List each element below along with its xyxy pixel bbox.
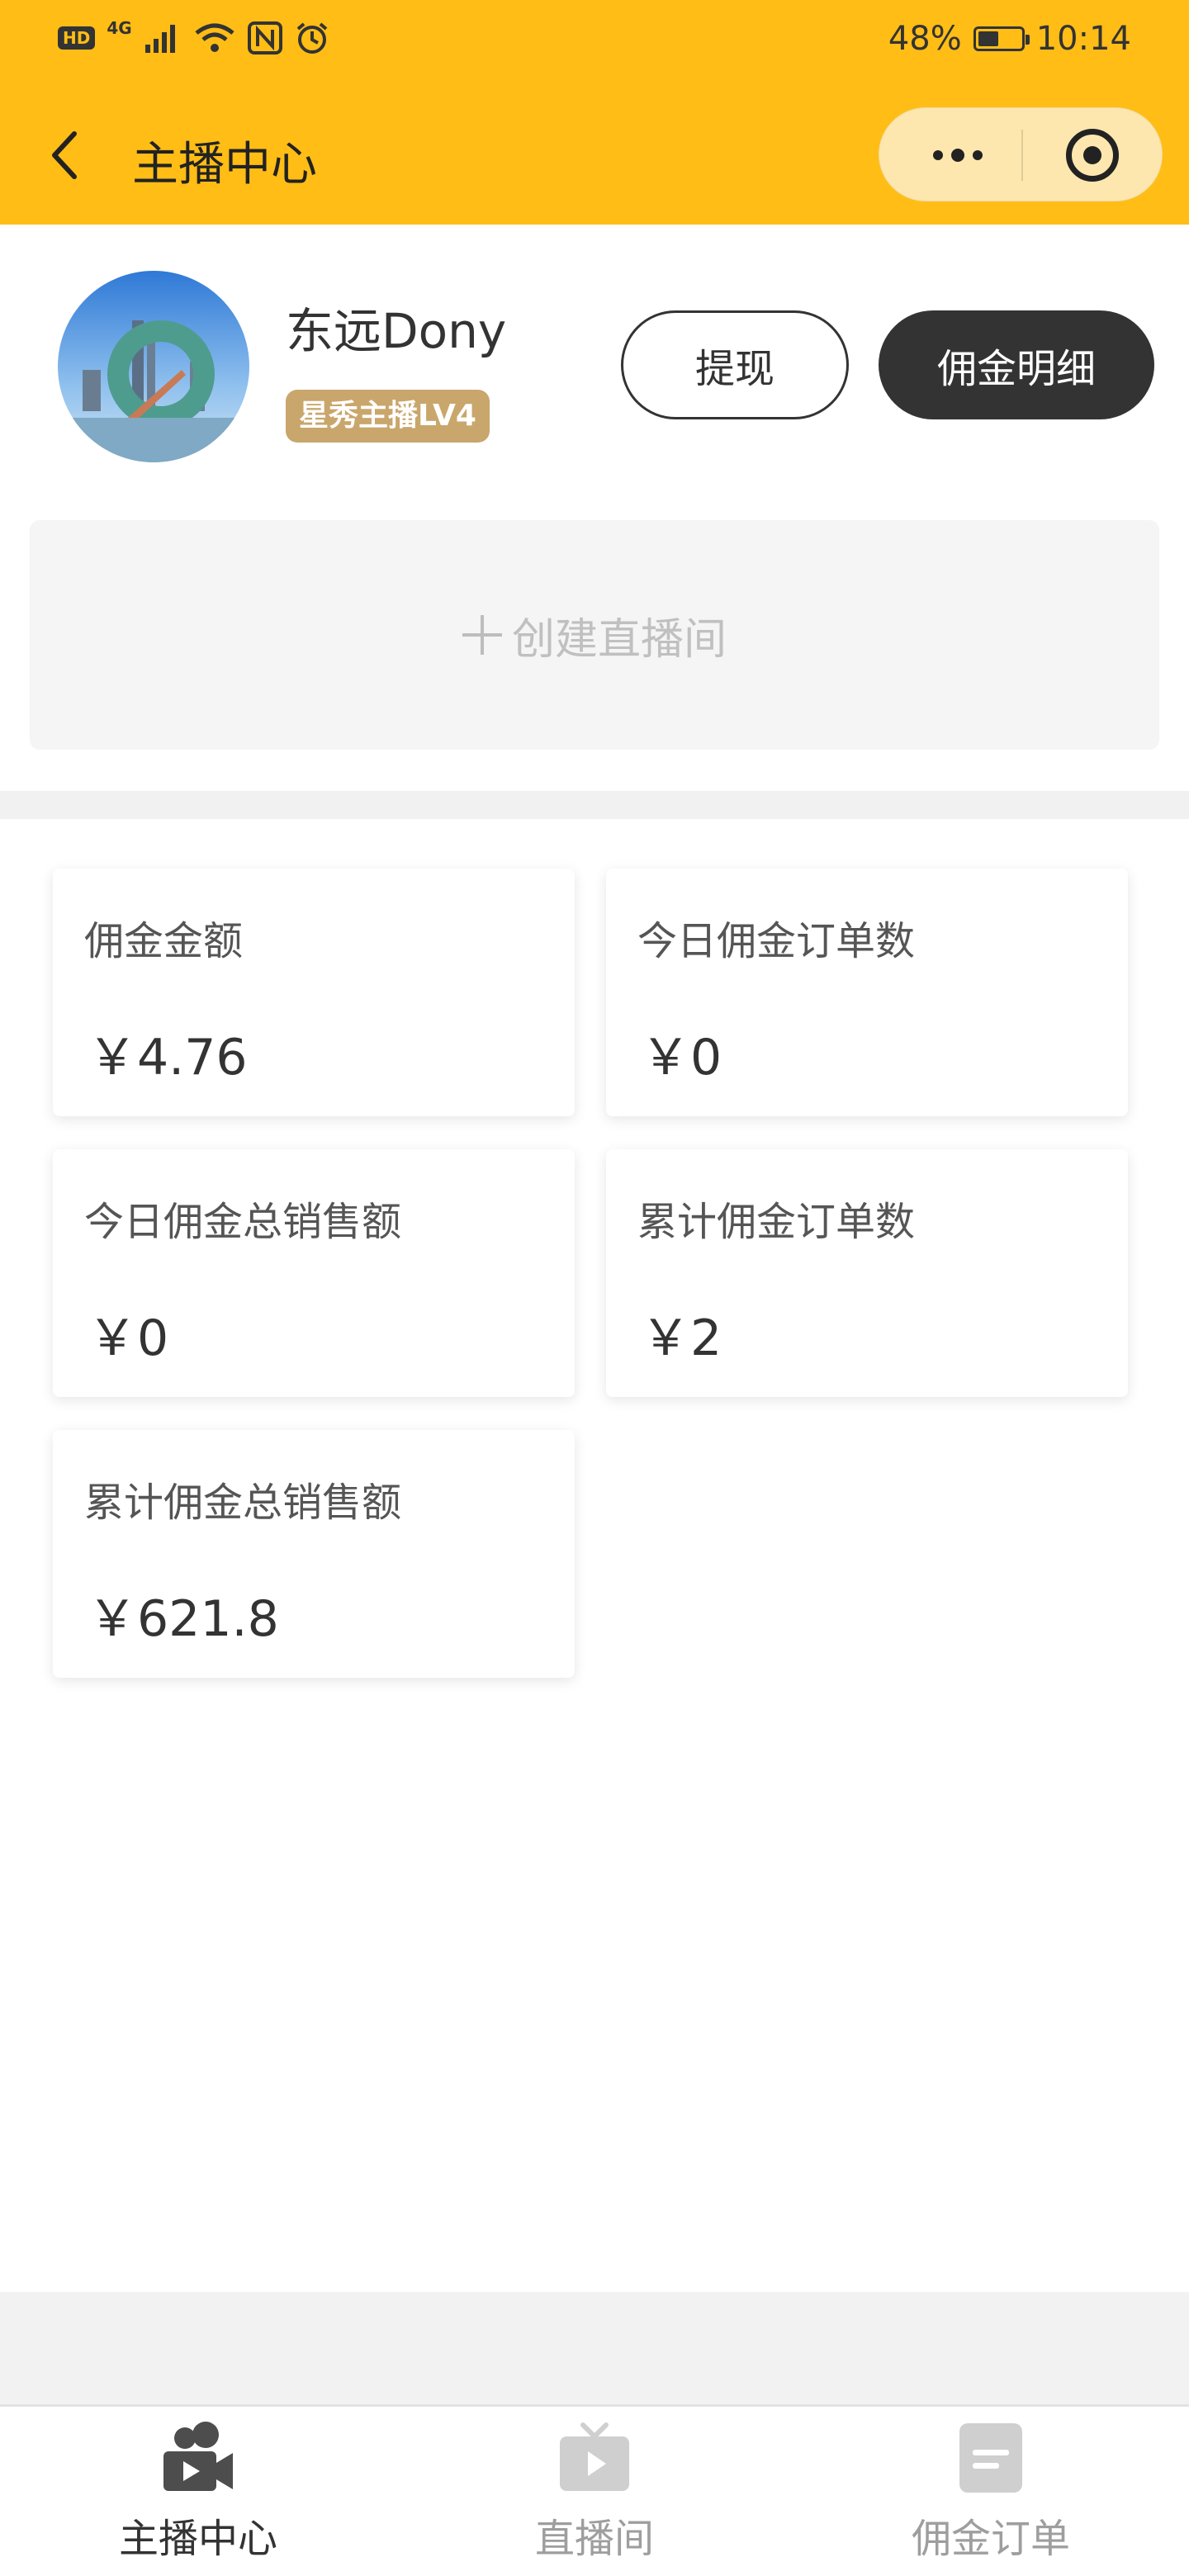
- status-icons-left: HD 4G: [58, 18, 330, 54]
- more-dot-icon: [973, 150, 983, 160]
- more-dot-icon: [951, 149, 964, 162]
- battery-fill: [978, 31, 998, 46]
- tab-label: 直播间: [534, 2516, 654, 2562]
- user-name: 东远Dony: [286, 303, 507, 359]
- hd-badge: HD: [58, 26, 96, 50]
- stat-value: ￥4.76: [88, 1029, 248, 1087]
- stat-label: 佣金金额: [84, 918, 244, 964]
- stat-value: ￥621.8: [88, 1590, 279, 1648]
- withdraw-button[interactable]: 提现: [621, 310, 849, 419]
- stat-value: ￥0: [88, 1309, 169, 1367]
- video-camera-icon: [163, 2422, 233, 2491]
- profile-section: 东远Dony 星秀主播LV4 提现 佣金明细: [0, 225, 1189, 489]
- create-live-room-button[interactable]: 创建直播间: [30, 520, 1159, 750]
- stat-card-today-sales: 今日佣金总销售额 ￥0: [53, 1149, 575, 1397]
- stat-card-total-orders: 累计佣金订单数 ￥2: [606, 1149, 1128, 1397]
- wifi-icon: [195, 23, 234, 52]
- tab-label: 主播中心: [118, 2516, 277, 2562]
- stat-label: 今日佣金总销售额: [84, 1199, 402, 1245]
- close-dot: [1083, 146, 1101, 164]
- back-button[interactable]: [40, 122, 89, 188]
- capsule-divider: [1021, 130, 1023, 181]
- level-badge: 星秀主播LV4: [286, 390, 490, 443]
- tab-live-room[interactable]: 直播间: [471, 2420, 718, 2569]
- stat-card-total-sales: 累计佣金总销售额 ￥621.8: [53, 1430, 575, 1678]
- footer-band: [0, 2292, 1189, 2404]
- more-dot-icon: [933, 150, 943, 160]
- avatar[interactable]: [58, 271, 249, 462]
- tab-label: 佣金订单: [911, 2516, 1070, 2562]
- plus-icon: [462, 615, 502, 655]
- stat-label: 累计佣金订单数: [637, 1199, 916, 1245]
- stat-label: 今日佣金订单数: [637, 918, 916, 964]
- nfc-icon: [247, 21, 282, 54]
- status-bar: HD 4G 48% 10:14: [0, 0, 1189, 86]
- tv-play-icon: [560, 2422, 629, 2491]
- signal-icon: [144, 25, 175, 53]
- stat-value: ￥2: [641, 1309, 722, 1367]
- status-icons-right: 48% 10:14: [888, 20, 1131, 58]
- order-document-icon: [959, 2423, 1022, 2493]
- nav-bar: 主播中心: [0, 86, 1189, 225]
- stat-card-today-orders: 今日佣金订单数 ￥0: [606, 869, 1128, 1116]
- miniprogram-capsule: [879, 107, 1163, 201]
- close-miniprogram-icon[interactable]: [1066, 129, 1119, 182]
- stat-label: 累计佣金总销售额: [84, 1480, 402, 1526]
- battery-percent: 48%: [888, 20, 962, 58]
- tab-commission-orders[interactable]: 佣金订单: [867, 2420, 1115, 2569]
- alarm-icon: [296, 22, 327, 54]
- create-live-room-label: 创建直播间: [511, 614, 727, 665]
- page-title: 主播中心: [132, 138, 317, 192]
- tab-bar: 主播中心 直播间 佣金订单: [0, 2404, 1189, 2576]
- more-button[interactable]: [912, 108, 1003, 202]
- battery-icon: [973, 26, 1030, 51]
- stat-card-commission-amount: 佣金金额 ￥4.76: [53, 869, 575, 1116]
- stat-value: ￥0: [641, 1029, 722, 1087]
- chevron-left-icon: [52, 131, 77, 179]
- clock: 10:14: [1035, 20, 1131, 58]
- section-divider: [0, 791, 1189, 819]
- avatar-image: [58, 271, 249, 462]
- tab-anchor-center[interactable]: 主播中心: [74, 2420, 322, 2569]
- commission-detail-button[interactable]: 佣金明细: [879, 310, 1154, 419]
- network-label: 4G: [107, 18, 132, 38]
